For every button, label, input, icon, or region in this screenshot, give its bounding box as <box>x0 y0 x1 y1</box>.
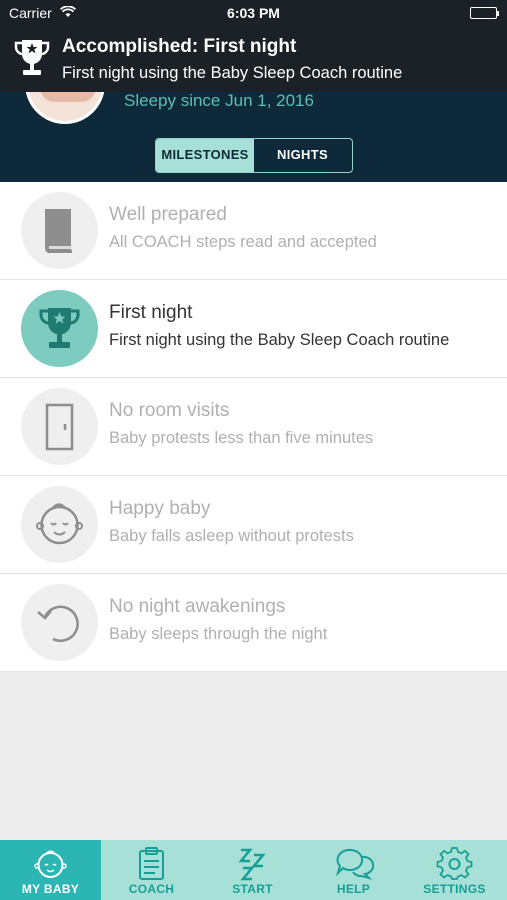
milestone-title: No room visits <box>109 400 230 421</box>
trophy-icon <box>14 40 50 75</box>
nights-segment[interactable]: NIGHTS <box>254 139 351 172</box>
milestone-subtitle: All COACH steps read and accepted <box>109 233 377 251</box>
milestone-title: No night awakenings <box>109 596 286 617</box>
tab-label: HELP <box>336 882 371 896</box>
door-icon <box>45 403 74 451</box>
status-bar: Carrier 6:03 PM <box>0 0 507 26</box>
view-segmented-control: MILESTONES NIGHTS <box>155 138 353 173</box>
tab-my-baby[interactable]: MY BABY <box>0 840 101 900</box>
milestone-title: Well prepared <box>109 204 227 225</box>
tab-bar: MY BABY COACH START HELP SETTINGS <box>0 840 507 900</box>
tab-label: START <box>232 882 273 896</box>
book-icon <box>44 209 72 253</box>
baby-face-icon <box>34 850 67 878</box>
milestone-happy-baby[interactable]: Happy baby Baby falls asleep without pro… <box>0 476 507 574</box>
milestone-icon-circle <box>21 192 98 269</box>
milestone-icon-circle <box>21 584 98 661</box>
milestone-subtitle: Baby sleeps through the night <box>109 625 328 643</box>
gear-icon <box>436 847 473 880</box>
milestone-subtitle: Baby falls asleep without protests <box>109 527 354 545</box>
milestone-title: First night <box>109 302 193 323</box>
replay-icon <box>37 605 79 642</box>
clipboard-icon <box>139 847 164 880</box>
accomplished-notification[interactable]: Carrier 6:03 PM Accomplished: First nigh… <box>0 0 507 92</box>
milestones-segment[interactable]: MILESTONES <box>156 139 254 172</box>
tab-start[interactable]: START <box>202 840 303 900</box>
milestone-no-night-awakenings[interactable]: No night awakenings Baby sleeps through … <box>0 574 507 672</box>
milestone-icon-circle <box>21 290 98 367</box>
tab-label: SETTINGS <box>423 882 486 896</box>
trophy-icon <box>39 308 80 348</box>
sleepy-since-label: Sleepy since Jun 1, 2016 <box>124 91 314 110</box>
milestone-well-prepared[interactable]: Well prepared All COACH steps read and a… <box>0 182 507 280</box>
tab-label: MY BABY <box>21 882 80 896</box>
notification-subtitle: First night using the Baby Sleep Coach r… <box>62 64 403 82</box>
milestone-icon-circle <box>21 388 98 465</box>
milestone-first-night[interactable]: First night First night using the Baby S… <box>0 280 507 378</box>
clock-label: 6:03 PM <box>227 5 280 21</box>
chat-bubbles-icon <box>335 848 374 881</box>
tab-help[interactable]: HELP <box>303 840 404 900</box>
tab-label: COACH <box>128 882 175 896</box>
tab-coach[interactable]: COACH <box>101 840 202 900</box>
milestone-no-room-visits[interactable]: No room visits Baby protests less than f… <box>0 378 507 476</box>
milestones-list: Well prepared All COACH steps read and a… <box>0 182 507 672</box>
notification-title: Accomplished: First night <box>62 36 297 57</box>
tab-settings[interactable]: SETTINGS <box>404 840 505 900</box>
milestone-subtitle: First night using the Baby Sleep Coach r… <box>109 331 450 349</box>
milestone-icon-circle <box>21 486 98 563</box>
milestone-title: Happy baby <box>109 498 211 519</box>
baby-face-icon <box>36 503 83 545</box>
battery-icon <box>470 7 499 19</box>
zzz-icon <box>238 848 266 881</box>
milestone-subtitle: Baby protests less than five minutes <box>109 429 374 447</box>
